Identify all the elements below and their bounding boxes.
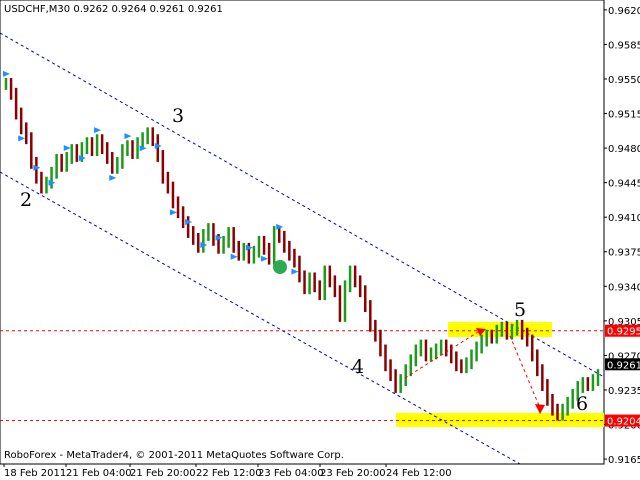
x-tick-label: 18 Feb 2011 <box>4 468 66 479</box>
level-tag-0-9204: 0.9204 <box>605 414 640 428</box>
y-tick-label: 0.9515 <box>608 110 640 121</box>
level-tag-0-9295: 0.9295 <box>605 324 640 338</box>
y-tick-label: 0.9235 <box>608 386 640 397</box>
y-tick-label: 0.9410 <box>608 213 640 224</box>
y-tick-label: 0.9550 <box>608 75 640 86</box>
symbol-info: USDCHF,M30 0.9262 0.9264 0.9261 0.9261 <box>4 4 223 15</box>
x-tick-label: 23 Feb 04:00 <box>258 468 324 479</box>
y-tick-label: 0.9620 <box>608 6 640 17</box>
y-tick-label: 0.9585 <box>608 40 640 51</box>
y-tick-label: 0.9480 <box>608 144 640 155</box>
y-tick-label: 0.9340 <box>608 282 640 293</box>
resistance-zone <box>448 322 552 337</box>
wave-label-2: 2 <box>20 189 32 211</box>
x-tick-label: 22 Feb 12:00 <box>196 468 262 479</box>
x-axis: 18 Feb 2011 21 Feb 04:0021 Feb 20:00 22 Fe… <box>3 464 452 479</box>
wave-label-6: 6 <box>576 393 588 415</box>
current-price-text: 0.9261 <box>607 360 640 371</box>
x-tick-label: 23 Feb 20:00 <box>320 468 386 479</box>
plot-frame <box>0 0 605 465</box>
y-tick-label: 0.9445 <box>608 179 640 190</box>
price-chart[interactable]: 2 3 4 5 6 USDCHF,M30 0.9262 0.9264 0.926… <box>0 0 640 480</box>
signal-marker-icon <box>273 260 287 274</box>
target-zone <box>396 413 604 427</box>
x-tick-label: 21 Feb 04:00 <box>66 468 132 479</box>
x-tick-label: 21 Feb 20:00 <box>130 468 196 479</box>
y-tick-label: 0.9165 <box>608 455 640 466</box>
current-price-tag: 0.9261 <box>605 358 640 371</box>
footer-copyright: RoboForex - MetaTrader4, © 2001-2011 Met… <box>4 450 344 461</box>
chart-window: 2 3 4 5 6 USDCHF,M30 0.9262 0.9264 0.926… <box>0 0 640 480</box>
wave-label-5: 5 <box>514 299 526 321</box>
y-axis: 0.9620 0.9585 0.9550 0.9515 0.9480 0.9445 0.94… <box>604 6 640 466</box>
y-tick-label: 0.9375 <box>608 248 640 259</box>
x-tick-label: 24 Feb 12:00 <box>386 468 452 479</box>
level-tag-text: 0.9295 <box>607 327 640 338</box>
wave-label-3: 3 <box>172 105 184 127</box>
level-tag-text: 0.9204 <box>607 417 640 428</box>
wave-label-4: 4 <box>352 356 364 378</box>
